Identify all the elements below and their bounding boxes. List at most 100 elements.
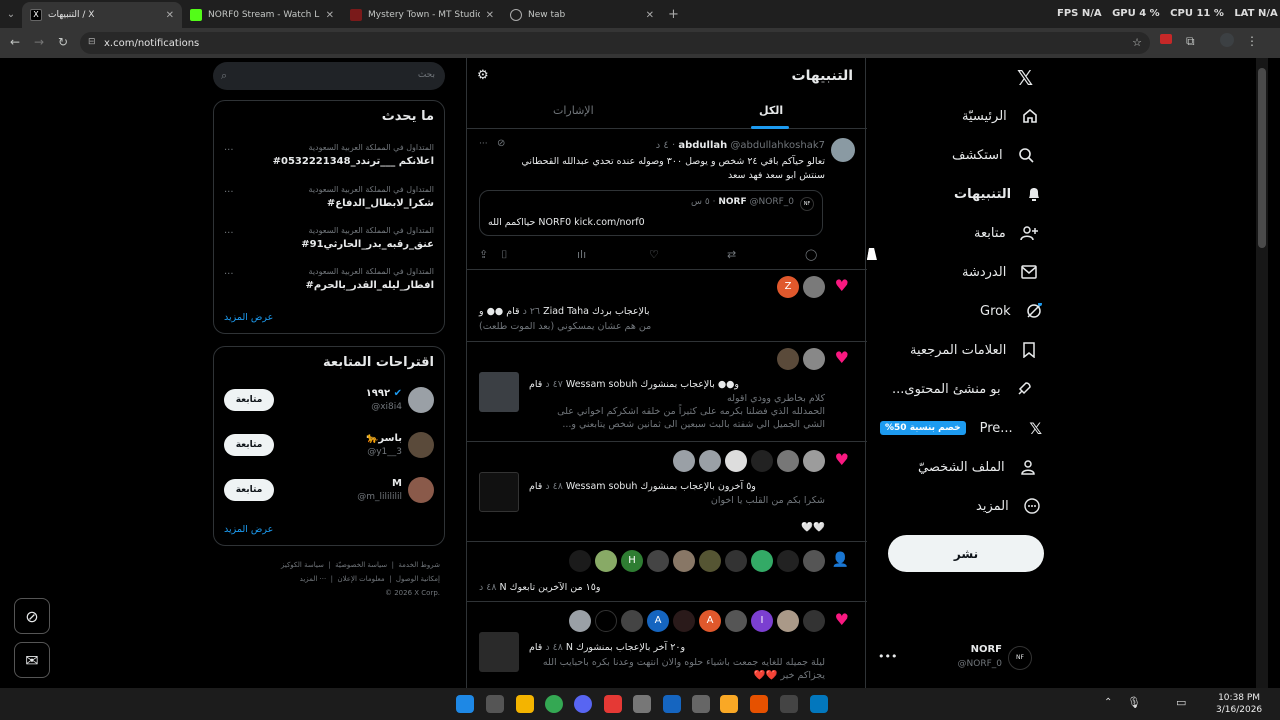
close-icon[interactable]: ✕ bbox=[646, 10, 654, 21]
profile-avatar-icon[interactable] bbox=[1220, 33, 1234, 47]
repost-icon[interactable]: ⇄ bbox=[727, 248, 736, 261]
account-switcher[interactable]: ••• NORF @NORF_0 NF bbox=[878, 644, 1038, 684]
back-icon[interactable]: ← bbox=[10, 35, 20, 49]
views-icon[interactable]: ılı bbox=[577, 248, 586, 261]
nav-creator-studio[interactable]: ...بو منشئ المحتوى bbox=[892, 380, 1256, 398]
trend-item[interactable]: #شكرا_لابطال_الدفاع bbox=[327, 198, 434, 209]
footer-link[interactable]: سياسة الكوكيز bbox=[281, 561, 324, 569]
bookmark-icon[interactable]: ⌷ bbox=[501, 248, 508, 262]
app-icon[interactable] bbox=[604, 695, 622, 713]
site-info-icon[interactable]: ⊟ bbox=[88, 37, 96, 47]
notification-follow[interactable]: 👤 H ٤٨ د N و١٥ من الآخرين تابعوك bbox=[467, 542, 867, 602]
app-icon[interactable] bbox=[663, 695, 681, 713]
like-icon[interactable]: ♡ bbox=[649, 248, 659, 261]
notification-like-post[interactable]: ♥ ٤٨ د قام Wessam sobuh و٥ آخرون بالإعجا… bbox=[467, 442, 867, 542]
menu-dots-icon[interactable]: ⋮ bbox=[1246, 34, 1258, 48]
mention-post[interactable]: abdullah @abdullahkoshak7 · ٤ د ··· ⊘ تع… bbox=[467, 130, 867, 270]
url-input[interactable]: ⊟ x.com/notifications ☆ bbox=[80, 32, 1150, 54]
tab-norf-stream[interactable]: NORF0 Stream - Watch Live on ✕ bbox=[182, 2, 342, 28]
reply-icon[interactable]: ◯ bbox=[805, 248, 817, 261]
mic-icon[interactable]: 🎙 bbox=[1127, 696, 1141, 709]
chevron-up-icon[interactable]: ⌃ bbox=[1104, 697, 1112, 708]
nav-notifications[interactable]: التنبيهات bbox=[954, 185, 1256, 203]
nav-chat[interactable]: الدردشة bbox=[962, 263, 1256, 281]
bookmark-star-icon[interactable]: ☆ bbox=[1132, 36, 1142, 49]
nav-profile[interactable]: الملف الشخصيّ bbox=[918, 458, 1256, 476]
rocket-icon bbox=[1015, 380, 1033, 398]
file-explorer-icon[interactable] bbox=[516, 695, 534, 713]
quoted-post[interactable]: NF NORF @NORF_0 · ٥ س حيااكمم الله NORF0… bbox=[479, 190, 823, 236]
trend-item[interactable]: #عنق_رقبه_بدر_الحارثي91 bbox=[301, 239, 434, 250]
more-dots-icon[interactable]: ••• bbox=[878, 650, 897, 663]
footer-link[interactable]: ··· المزيد bbox=[300, 575, 327, 583]
network-icon[interactable]: ▭ bbox=[1176, 696, 1186, 709]
tab-mentions[interactable]: الإشارات bbox=[553, 104, 594, 117]
app-icon[interactable] bbox=[692, 695, 710, 713]
close-icon[interactable]: ✕ bbox=[326, 10, 334, 21]
windows-start-icon[interactable] bbox=[456, 695, 474, 713]
page-title: التنبيهات bbox=[791, 68, 853, 84]
share-icon[interactable]: ⇪ bbox=[479, 248, 488, 261]
show-more-link[interactable]: عرض المزيد bbox=[224, 312, 273, 323]
close-icon[interactable]: ✕ bbox=[166, 10, 174, 21]
chrome-icon[interactable] bbox=[545, 695, 563, 713]
nav-bookmarks[interactable]: العلامات المرجعية bbox=[910, 341, 1256, 359]
tab-mystery-town[interactable]: Mystery Town - MT Studios | M ✕ bbox=[342, 2, 502, 28]
messages-fab-icon[interactable]: ✉ bbox=[14, 642, 50, 678]
tab-new-tab[interactable]: New tab ✕ bbox=[502, 2, 662, 28]
notification-like-reply[interactable]: ♥ Z ٢٦ د قام ●● و Ziad Taha بالإعجاب برد… bbox=[467, 270, 867, 342]
reload-icon[interactable]: ↻ bbox=[58, 35, 68, 49]
more-dots-icon[interactable]: ··· bbox=[224, 228, 234, 239]
app-icon[interactable] bbox=[720, 695, 738, 713]
more-dots-icon[interactable]: ··· bbox=[224, 269, 234, 280]
extension-icon[interactable] bbox=[1160, 34, 1172, 44]
notification-like-post[interactable]: ♥ ٤٧ د قام Wessam sobuh و●● بالإعجاب بمن… bbox=[467, 342, 867, 442]
page-scrollbar[interactable] bbox=[1256, 58, 1268, 688]
close-icon[interactable]: ✕ bbox=[486, 10, 494, 21]
post-button[interactable]: نشر bbox=[888, 535, 1044, 572]
nav-home[interactable]: الرئيسيّة bbox=[962, 107, 1256, 125]
trend-meta: المتداول في المملكة العربية السعودية bbox=[308, 185, 434, 194]
x-logo-icon[interactable]: 𝕏 bbox=[1017, 66, 1033, 90]
tab-x-notifications[interactable]: X التنبيهات / X ✕ bbox=[22, 2, 182, 28]
app-icon[interactable] bbox=[780, 695, 798, 713]
nav-premium[interactable]: %خصم بنسبة 50 Pre... 𝕏 bbox=[880, 419, 1256, 438]
app-icon[interactable] bbox=[486, 695, 504, 713]
show-more-link[interactable]: عرض المزيد bbox=[224, 524, 273, 535]
follow-button[interactable]: متابعة bbox=[224, 434, 274, 456]
footer-link[interactable]: شروط الخدمة bbox=[398, 561, 440, 569]
puzzle-icon[interactable]: ⧉ bbox=[1186, 34, 1195, 49]
app-icon[interactable] bbox=[633, 695, 651, 713]
forward-icon[interactable]: → bbox=[34, 35, 44, 49]
follow-button[interactable]: متابعة bbox=[224, 479, 274, 501]
nav-grok[interactable]: Grok bbox=[980, 302, 1256, 320]
tab-all[interactable]: الكل bbox=[759, 104, 783, 117]
nav-label: Grok bbox=[980, 303, 1011, 319]
clock[interactable]: 10:38 PM 3/16/2026 bbox=[1216, 692, 1262, 716]
nav-explore[interactable]: استكشف bbox=[952, 146, 1256, 164]
follow-button[interactable]: متابعة bbox=[224, 389, 274, 411]
notification-like-post[interactable]: ♥ I A A ٤٨ د قام N و٢٠ آخر بالإعجاب بمنش… bbox=[467, 602, 867, 688]
more-dots-icon[interactable]: ··· bbox=[224, 187, 234, 198]
notification-line: ٤٨ د قام N و٢٠ آخر بالإعجاب بمنشورك bbox=[529, 642, 686, 653]
footer-link[interactable]: سياسة الخصوصيّة bbox=[335, 561, 387, 569]
settings-gear-icon[interactable]: ⚙ bbox=[477, 68, 489, 83]
app-icon[interactable] bbox=[750, 695, 768, 713]
avatar bbox=[569, 550, 591, 572]
new-tab-plus-icon[interactable]: + bbox=[668, 7, 679, 22]
tab-search-icon[interactable]: ⌄ bbox=[0, 9, 22, 20]
more-dots-icon[interactable]: ··· bbox=[224, 145, 234, 156]
grok-fab-icon[interactable]: ⊘ bbox=[14, 598, 50, 634]
grok-icon[interactable]: ⊘ bbox=[497, 138, 505, 149]
trend-item[interactable]: #افطار_ليله_القدر_بالحرم bbox=[305, 280, 434, 291]
kick-favicon-icon bbox=[190, 9, 202, 21]
footer-link[interactable]: إمكانية الوصول bbox=[396, 575, 440, 583]
search-input[interactable]: ⌕ بحث bbox=[213, 62, 445, 90]
app-icon[interactable] bbox=[810, 695, 828, 713]
nav-more[interactable]: المزيد bbox=[976, 497, 1256, 515]
discord-icon[interactable] bbox=[574, 695, 592, 713]
more-dots-icon[interactable]: ··· bbox=[479, 139, 488, 149]
footer-link[interactable]: معلومات الإعلان bbox=[337, 575, 384, 583]
nav-follow[interactable]: متابعة bbox=[974, 224, 1256, 242]
trend-item[interactable]: #اعلانكم ___ترندد_0532221348 bbox=[273, 156, 434, 167]
